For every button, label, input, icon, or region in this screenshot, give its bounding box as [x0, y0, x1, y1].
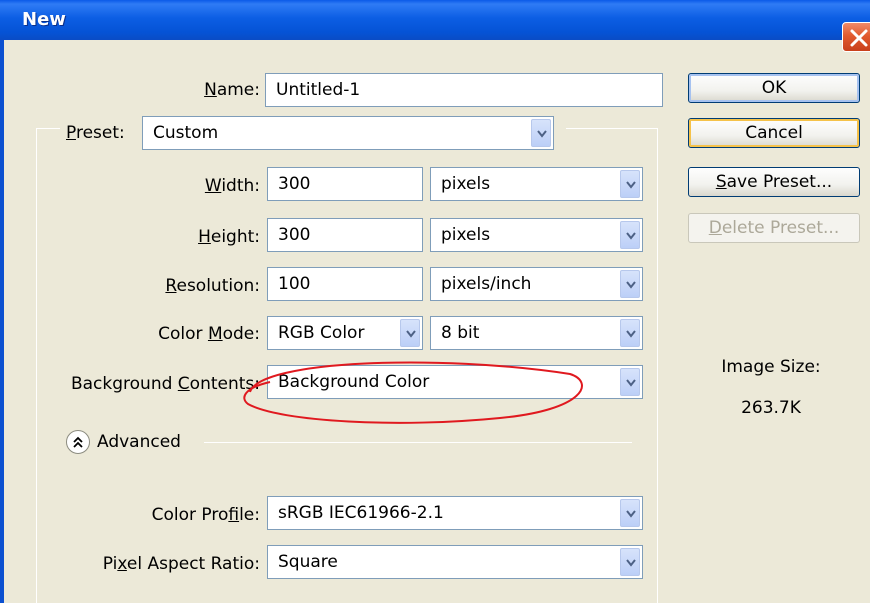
- chevron-down-icon[interactable]: [620, 221, 640, 249]
- preset-select[interactable]: Custom: [142, 116, 554, 150]
- cancel-button[interactable]: Cancel: [688, 118, 860, 148]
- cancel-button-label: Cancel: [745, 123, 803, 143]
- delete-preset-button[interactable]: Delete Preset...: [688, 213, 860, 243]
- advanced-separator: [204, 442, 632, 443]
- color-profile-select[interactable]: sRGB IEC61966-2.1: [267, 496, 643, 530]
- height-value: 300: [278, 225, 311, 245]
- pixel-aspect-ratio-label: Pixel Aspect Ratio:: [102, 554, 260, 574]
- preset-group-border-top-left: [36, 128, 60, 129]
- width-input[interactable]: 300: [267, 167, 423, 201]
- chevron-down-icon[interactable]: [400, 319, 420, 347]
- chevron-down-icon[interactable]: [620, 270, 640, 298]
- image-size-value: 263.7K: [741, 398, 801, 418]
- background-contents-label: Background Contents:: [70, 374, 260, 394]
- preset-group-border-left: [36, 128, 37, 603]
- resolution-input[interactable]: 100: [267, 267, 423, 301]
- window-frame: [0, 40, 4, 603]
- window-title: New: [22, 9, 66, 30]
- close-icon: [850, 29, 868, 47]
- resolution-unit-value: pixels/inch: [441, 274, 532, 294]
- close-button[interactable]: [842, 22, 870, 52]
- image-size-label: Image Size:: [721, 357, 821, 377]
- ok-button[interactable]: OK: [688, 73, 860, 103]
- name-input[interactable]: Untitled-1: [265, 73, 663, 107]
- preset-group-border-top-right: [566, 128, 658, 129]
- chevron-down-icon[interactable]: [620, 548, 640, 576]
- height-label: Height:: [198, 227, 260, 247]
- chevron-down-icon[interactable]: [531, 119, 551, 147]
- preset-label: Preset:: [66, 123, 125, 143]
- height-input[interactable]: 300: [267, 218, 423, 252]
- pixel-aspect-ratio-select[interactable]: Square: [267, 545, 643, 579]
- color-mode-select[interactable]: RGB Color: [267, 316, 423, 350]
- pixel-aspect-ratio-value: Square: [278, 552, 338, 572]
- color-mode-label: Color Mode:: [158, 324, 260, 344]
- resolution-value: 100: [278, 274, 311, 294]
- color-profile-label: Color Profile:: [151, 505, 260, 525]
- color-profile-value: sRGB IEC61966-2.1: [278, 503, 444, 523]
- resolution-unit-select[interactable]: pixels/inch: [430, 267, 643, 301]
- width-unit-select[interactable]: pixels: [430, 167, 643, 201]
- resolution-label: Resolution:: [165, 276, 260, 296]
- background-contents-value: Background Color: [278, 372, 430, 392]
- save-preset-button[interactable]: Save Preset...: [688, 167, 860, 197]
- new-document-dialog: New Name: Untitled-1 Preset: Custom Widt…: [0, 0, 870, 603]
- chevron-down-icon[interactable]: [620, 368, 640, 396]
- advanced-label: Advanced: [97, 432, 181, 452]
- preset-value: Custom: [153, 123, 219, 143]
- double-chevron-up-icon: [73, 436, 83, 448]
- name-label: Name:: [204, 80, 260, 100]
- advanced-toggle-button[interactable]: [66, 430, 90, 454]
- width-label: Width:: [204, 176, 260, 196]
- name-value: Untitled-1: [276, 80, 361, 100]
- width-value: 300: [278, 174, 311, 194]
- chevron-down-icon[interactable]: [620, 499, 640, 527]
- chevron-down-icon[interactable]: [620, 319, 640, 347]
- chevron-down-icon[interactable]: [620, 170, 640, 198]
- title-bar[interactable]: New: [0, 0, 870, 52]
- bit-depth-select[interactable]: 8 bit: [430, 316, 643, 350]
- width-unit-value: pixels: [441, 174, 491, 194]
- height-unit-value: pixels: [441, 225, 491, 245]
- color-mode-value: RGB Color: [278, 323, 365, 343]
- preset-group-border-right: [657, 128, 658, 603]
- background-contents-select[interactable]: Background Color: [267, 365, 643, 399]
- height-unit-select[interactable]: pixels: [430, 218, 643, 252]
- bit-depth-value: 8 bit: [441, 323, 480, 343]
